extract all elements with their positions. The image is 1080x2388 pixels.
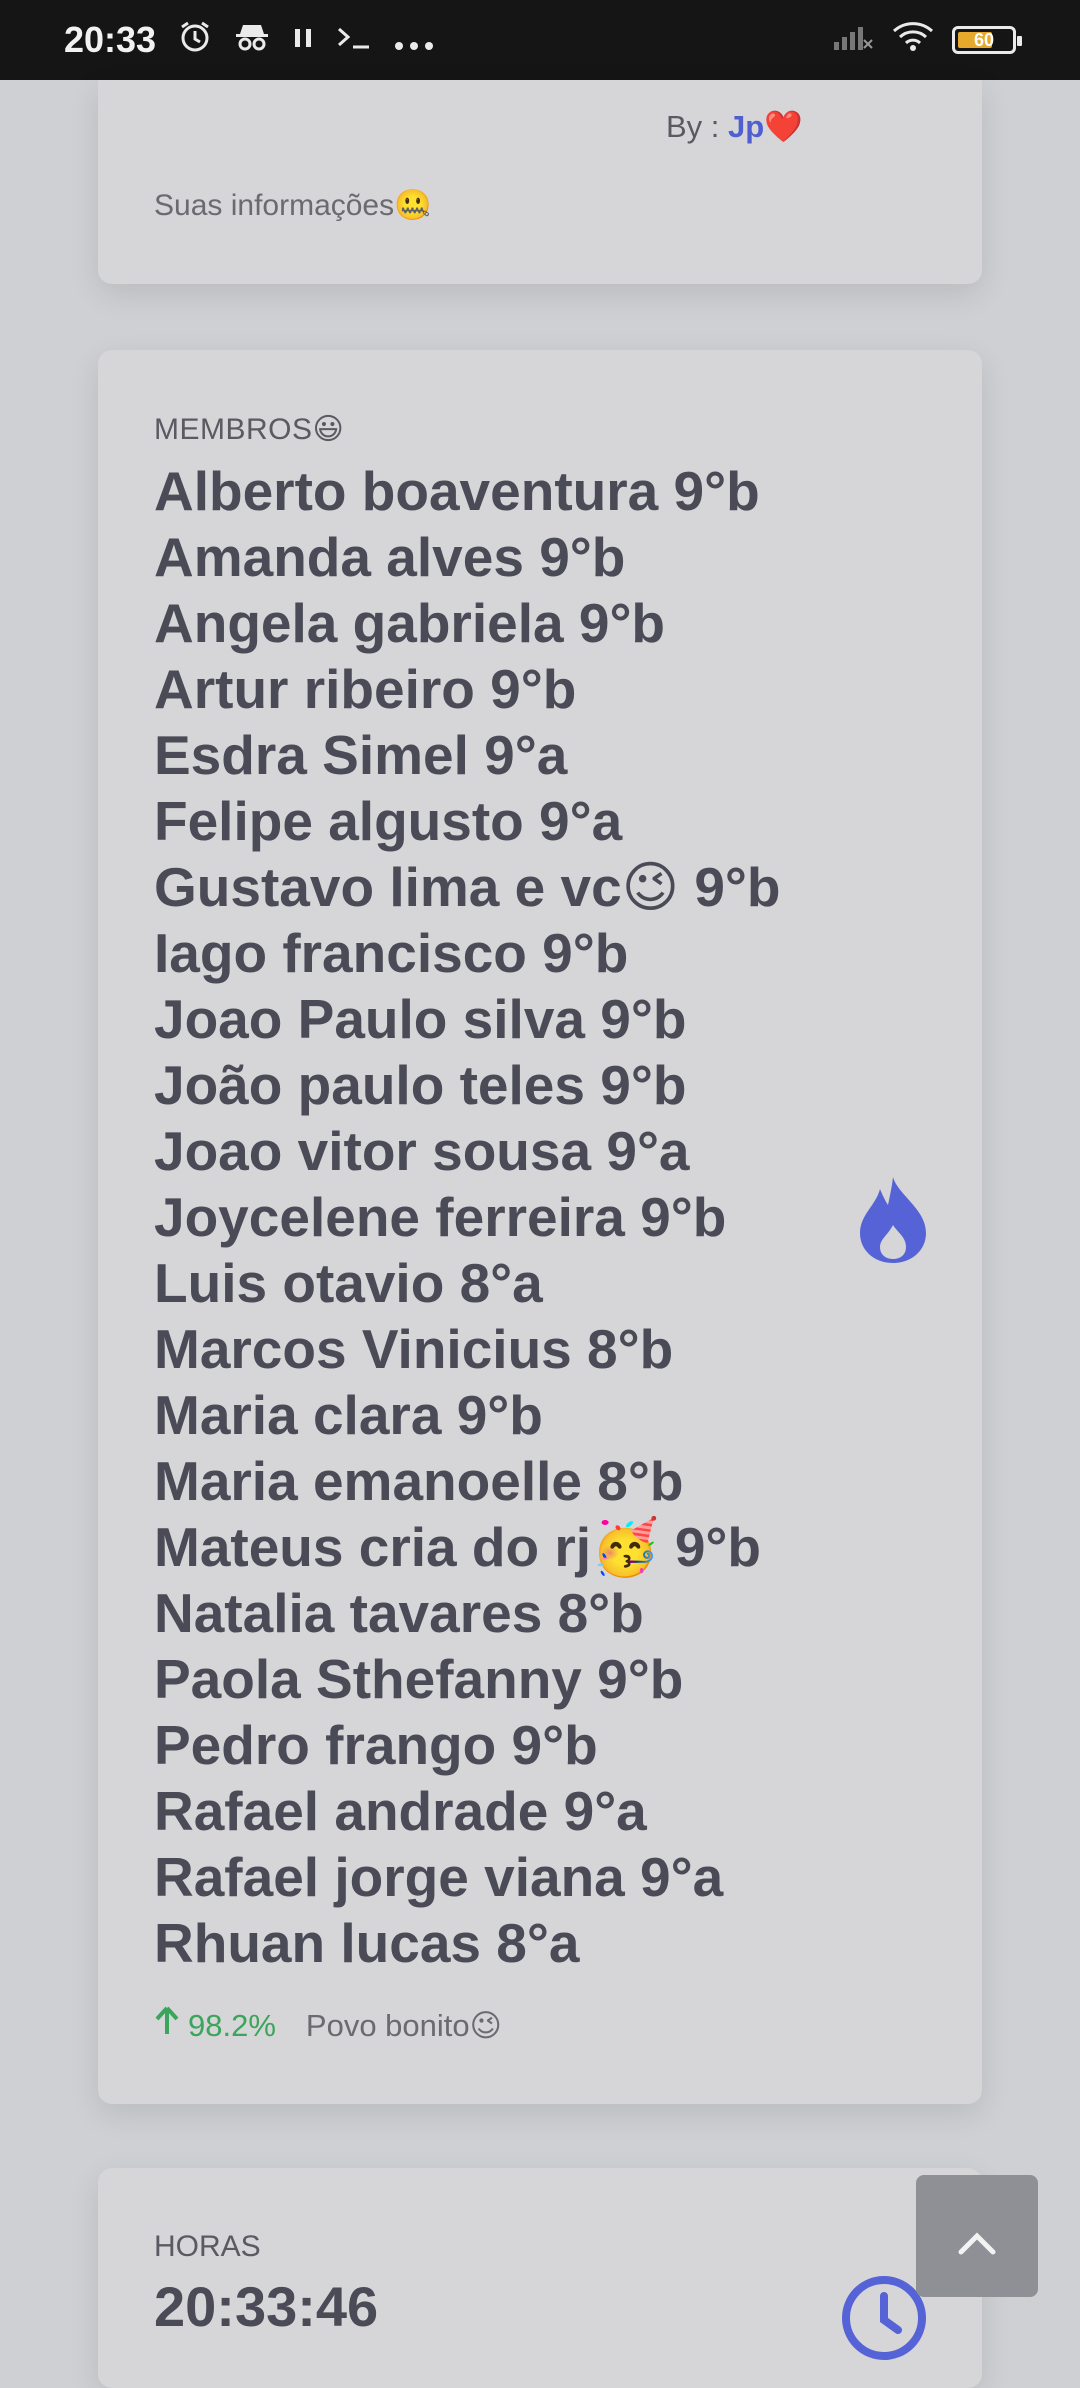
list-item: Esdra Simel 9°a [154,724,568,786]
percent-value: 98.2% [188,2007,276,2043]
pause-icon [292,23,314,57]
terminal-icon [336,23,372,57]
list-item: Artur ribeiro 9°b [154,658,577,720]
by-label: By : [666,109,729,144]
list-item: Marcos Vinicius 8°b [154,1318,674,1380]
list-item: Pedro frango 9°b [154,1714,598,1776]
members-card: MEMBROS😃 Alberto boaventura 9°b Amanda a… [98,350,982,2104]
info-text: Suas informações🤐 [154,189,432,222]
status-bar: 20:33 60 [0,0,1080,80]
battery-icon: 60 [952,26,1022,54]
list-item: Maria emanoelle 8°b [154,1450,684,1512]
members-stats: 98.2% Povo bonito😉 [154,2006,502,2045]
incognito-icon [234,22,270,58]
chevron-up-icon [957,2204,997,2269]
hours-title: HORAS [154,2230,261,2263]
list-item: Rhuan lucas 8°a [154,1912,580,1974]
member-list: Alberto boaventura 9°b Amanda alves 9°b … [154,458,781,1976]
info-card: By : Jp❤️ Suas informações🤐 [98,80,982,284]
alarm-icon [178,20,212,60]
list-item: Angela gabriela 9°b [154,592,666,654]
list-item: Paola Sthefanny 9°b [154,1648,684,1710]
list-item: Iago francisco 9°b [154,922,629,984]
list-item: Mateus cria do rj🥳 9°b [154,1516,762,1578]
list-item: Amanda alves 9°b [154,526,626,588]
battery-level: 60 [973,29,995,50]
hours-card: HORAS 20:33:46 [98,2168,982,2388]
status-time: 20:33 [64,19,157,60]
author-link[interactable]: Jp [728,109,764,144]
list-item: Maria clara 9°b [154,1384,543,1446]
no-signal-icon [832,19,874,61]
author-credit: By : Jp❤️ [666,108,803,145]
list-item: Joao vitor sousa 9°a [154,1120,690,1182]
scroll-top-button[interactable] [916,2175,1038,2297]
list-item: Natalia tavares 8°b [154,1582,644,1644]
percent-change: 98.2% [154,2006,276,2045]
stats-note: Povo bonito😉 [305,2007,502,2043]
fire-icon [858,1175,928,1265]
clock-time: 20:33:46 [154,2275,379,2338]
arrow-up-icon [154,2006,180,2045]
list-item: Alberto boaventura 9°b [154,460,760,522]
list-item: Joao Paulo silva 9°b [154,988,687,1050]
wifi-icon [892,19,934,61]
members-title: MEMBROS😃 [154,413,345,446]
heart-icon: ❤️ [764,109,803,144]
list-item: Rafael andrade 9°a [154,1780,647,1842]
list-item: Gustavo lima e vc😉 9°b [154,856,781,918]
list-item: Felipe algusto 9°a [154,790,623,852]
list-item: Joycelene ferreira 9°b [154,1186,727,1248]
list-item: Rafael jorge viana 9°a [154,1846,724,1908]
list-item: João paulo teles 9°b [154,1054,687,1116]
more-icon [394,23,434,57]
list-item: Luis otavio 8°a [154,1252,543,1314]
